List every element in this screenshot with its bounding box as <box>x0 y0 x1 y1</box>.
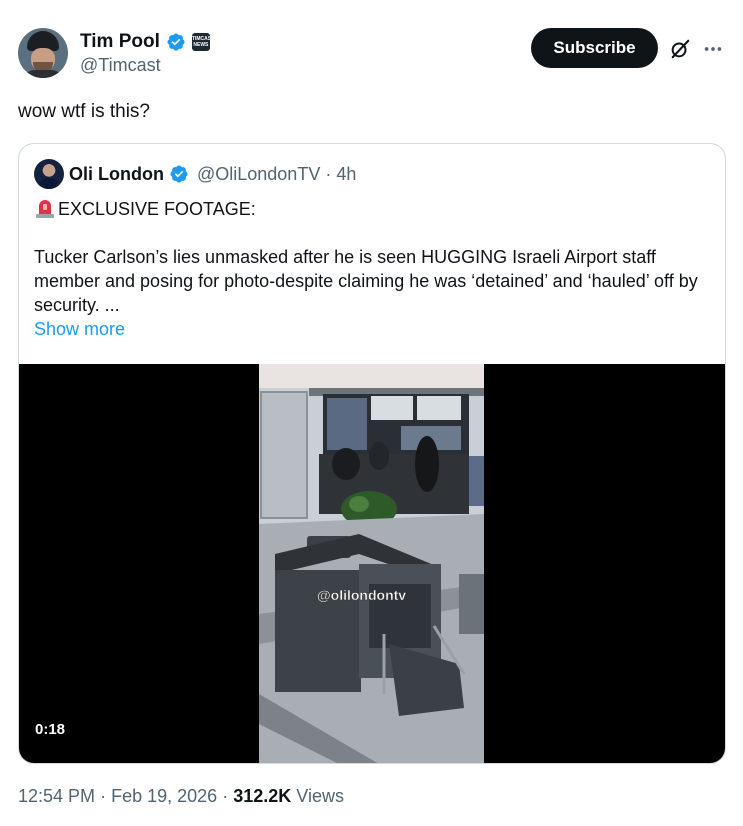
meta-separator: · <box>222 786 229 806</box>
quoted-handle[interactable]: @OliLondonTV <box>197 164 320 185</box>
quoted-body: EXCLUSIVE FOOTAGE: Tucker Carlson’s lies… <box>34 197 714 341</box>
author-display-name[interactable]: Tim Pool <box>80 31 160 53</box>
tweet-meta: 12:54 PM · Feb 19, 2026 · 312.2K Views <box>18 786 344 807</box>
quoted-headline: EXCLUSIVE FOOTAGE: <box>58 199 256 219</box>
video-thumbnail: @olilondontv <box>259 364 484 763</box>
more-options-icon[interactable] <box>702 38 724 60</box>
views-count[interactable]: 312.2K <box>233 786 291 806</box>
subscribe-button[interactable]: Subscribe <box>531 28 658 68</box>
views-label: Views <box>296 786 344 806</box>
tweet-header: Tim Pool TIMCAST NEWS @Timcast Subscribe <box>18 28 728 80</box>
quoted-text: Tucker Carlson’s lies unmasked after he … <box>34 247 698 315</box>
affiliate-badge-icon[interactable]: TIMCAST NEWS <box>191 33 214 51</box>
author-handle[interactable]: @Timcast <box>80 55 161 76</box>
post-date[interactable]: Feb 19, 2026 <box>111 786 217 806</box>
tweet-text: wow wtf is this? <box>18 101 150 122</box>
quoted-headline-line: EXCLUSIVE FOOTAGE: <box>34 197 714 221</box>
airport-scene-image: @olilondontv <box>259 364 484 763</box>
quoted-display-name[interactable]: Oli London <box>69 164 164 185</box>
quoted-header: Oli London @OliLondonTV · 4h <box>34 159 356 189</box>
meta-separator: · <box>100 786 107 806</box>
grok-icon[interactable] <box>669 38 691 60</box>
siren-emoji-icon <box>36 200 54 218</box>
verified-badge-icon[interactable] <box>169 164 189 184</box>
video-player[interactable]: @olilondontv 0:18 <box>19 364 725 763</box>
quoted-separator: · <box>325 163 332 184</box>
video-duration: 0:18 <box>35 721 66 738</box>
quoted-timestamp[interactable]: 4h <box>336 164 356 185</box>
quoted-author-avatar[interactable] <box>34 159 64 189</box>
post-time[interactable]: 12:54 PM <box>18 786 95 806</box>
quoted-tweet[interactable]: Oli London @OliLondonTV · 4h EXCLUSIVE F… <box>18 143 726 764</box>
verified-badge-icon[interactable] <box>166 32 186 52</box>
author-avatar[interactable] <box>18 28 68 78</box>
video-watermark: @olilondontv <box>317 587 406 603</box>
author-name-line: Tim Pool TIMCAST NEWS <box>80 30 214 54</box>
show-more-link[interactable]: Show more <box>34 317 714 341</box>
